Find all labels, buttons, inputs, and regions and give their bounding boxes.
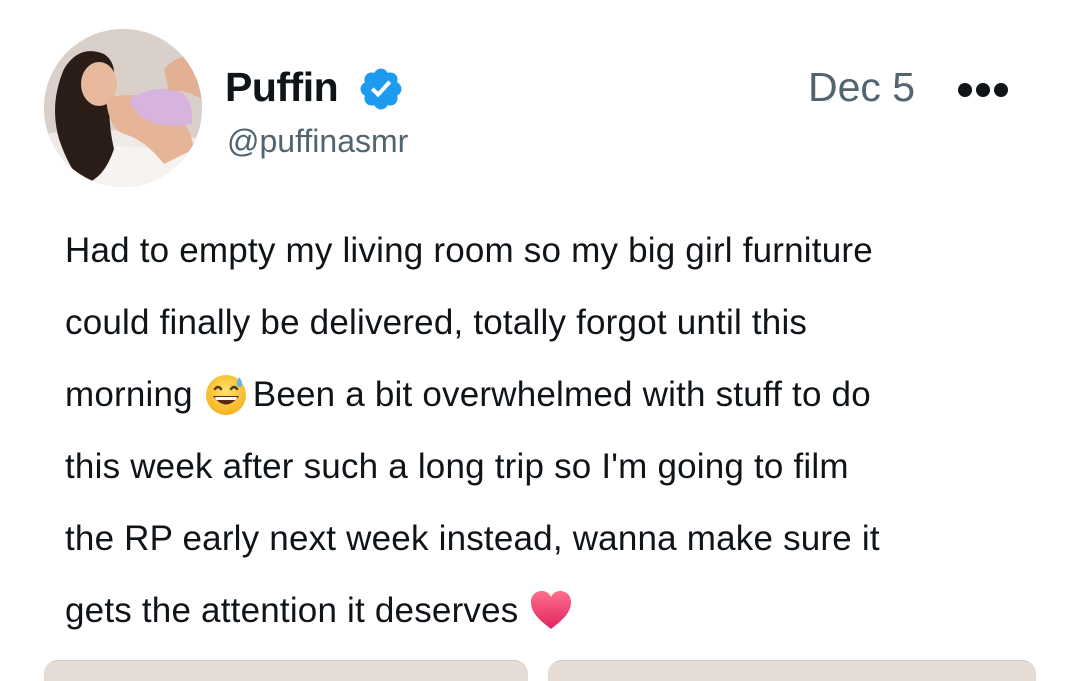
avatar[interactable] (44, 29, 202, 187)
more-horizontal-icon (958, 83, 1008, 97)
post-text-fragment: morning (65, 375, 193, 414)
profile-photo-icon (44, 29, 202, 187)
post-date[interactable]: Dec 5 (808, 62, 915, 112)
post-text-line: Had to empty my living room so my big gi… (65, 231, 873, 270)
post-text-line: gets the attention it deserves (65, 575, 1050, 647)
media-preview[interactable] (44, 660, 528, 681)
post-card: Puffin @puffinasmr Dec 5 Had to empty my… (0, 0, 1079, 681)
post-text: Had to empty my living room so my big gi… (65, 215, 1050, 647)
more-options-button[interactable] (955, 72, 1019, 108)
verified-badge-icon (357, 65, 405, 113)
post-text-fragment: gets the attention it deserves (65, 591, 519, 630)
media-preview[interactable] (548, 660, 1036, 681)
post-text-line: morning Been a bit overwhelmed with stuf… (65, 359, 1050, 431)
post-text-line: this week after such a long trip so I'm … (65, 447, 849, 486)
display-name[interactable]: Puffin (225, 62, 339, 112)
post-text-line: could finally be delivered, totally forg… (65, 303, 808, 342)
grinning-face-with-sweat-icon (203, 371, 249, 417)
user-handle[interactable]: @puffinasmr (227, 121, 408, 161)
red-heart-icon (528, 588, 574, 632)
post-text-line: the RP early next week instead, wanna ma… (65, 519, 880, 558)
post-text-fragment: Been a bit overwhelmed with stuff to do (252, 375, 871, 414)
